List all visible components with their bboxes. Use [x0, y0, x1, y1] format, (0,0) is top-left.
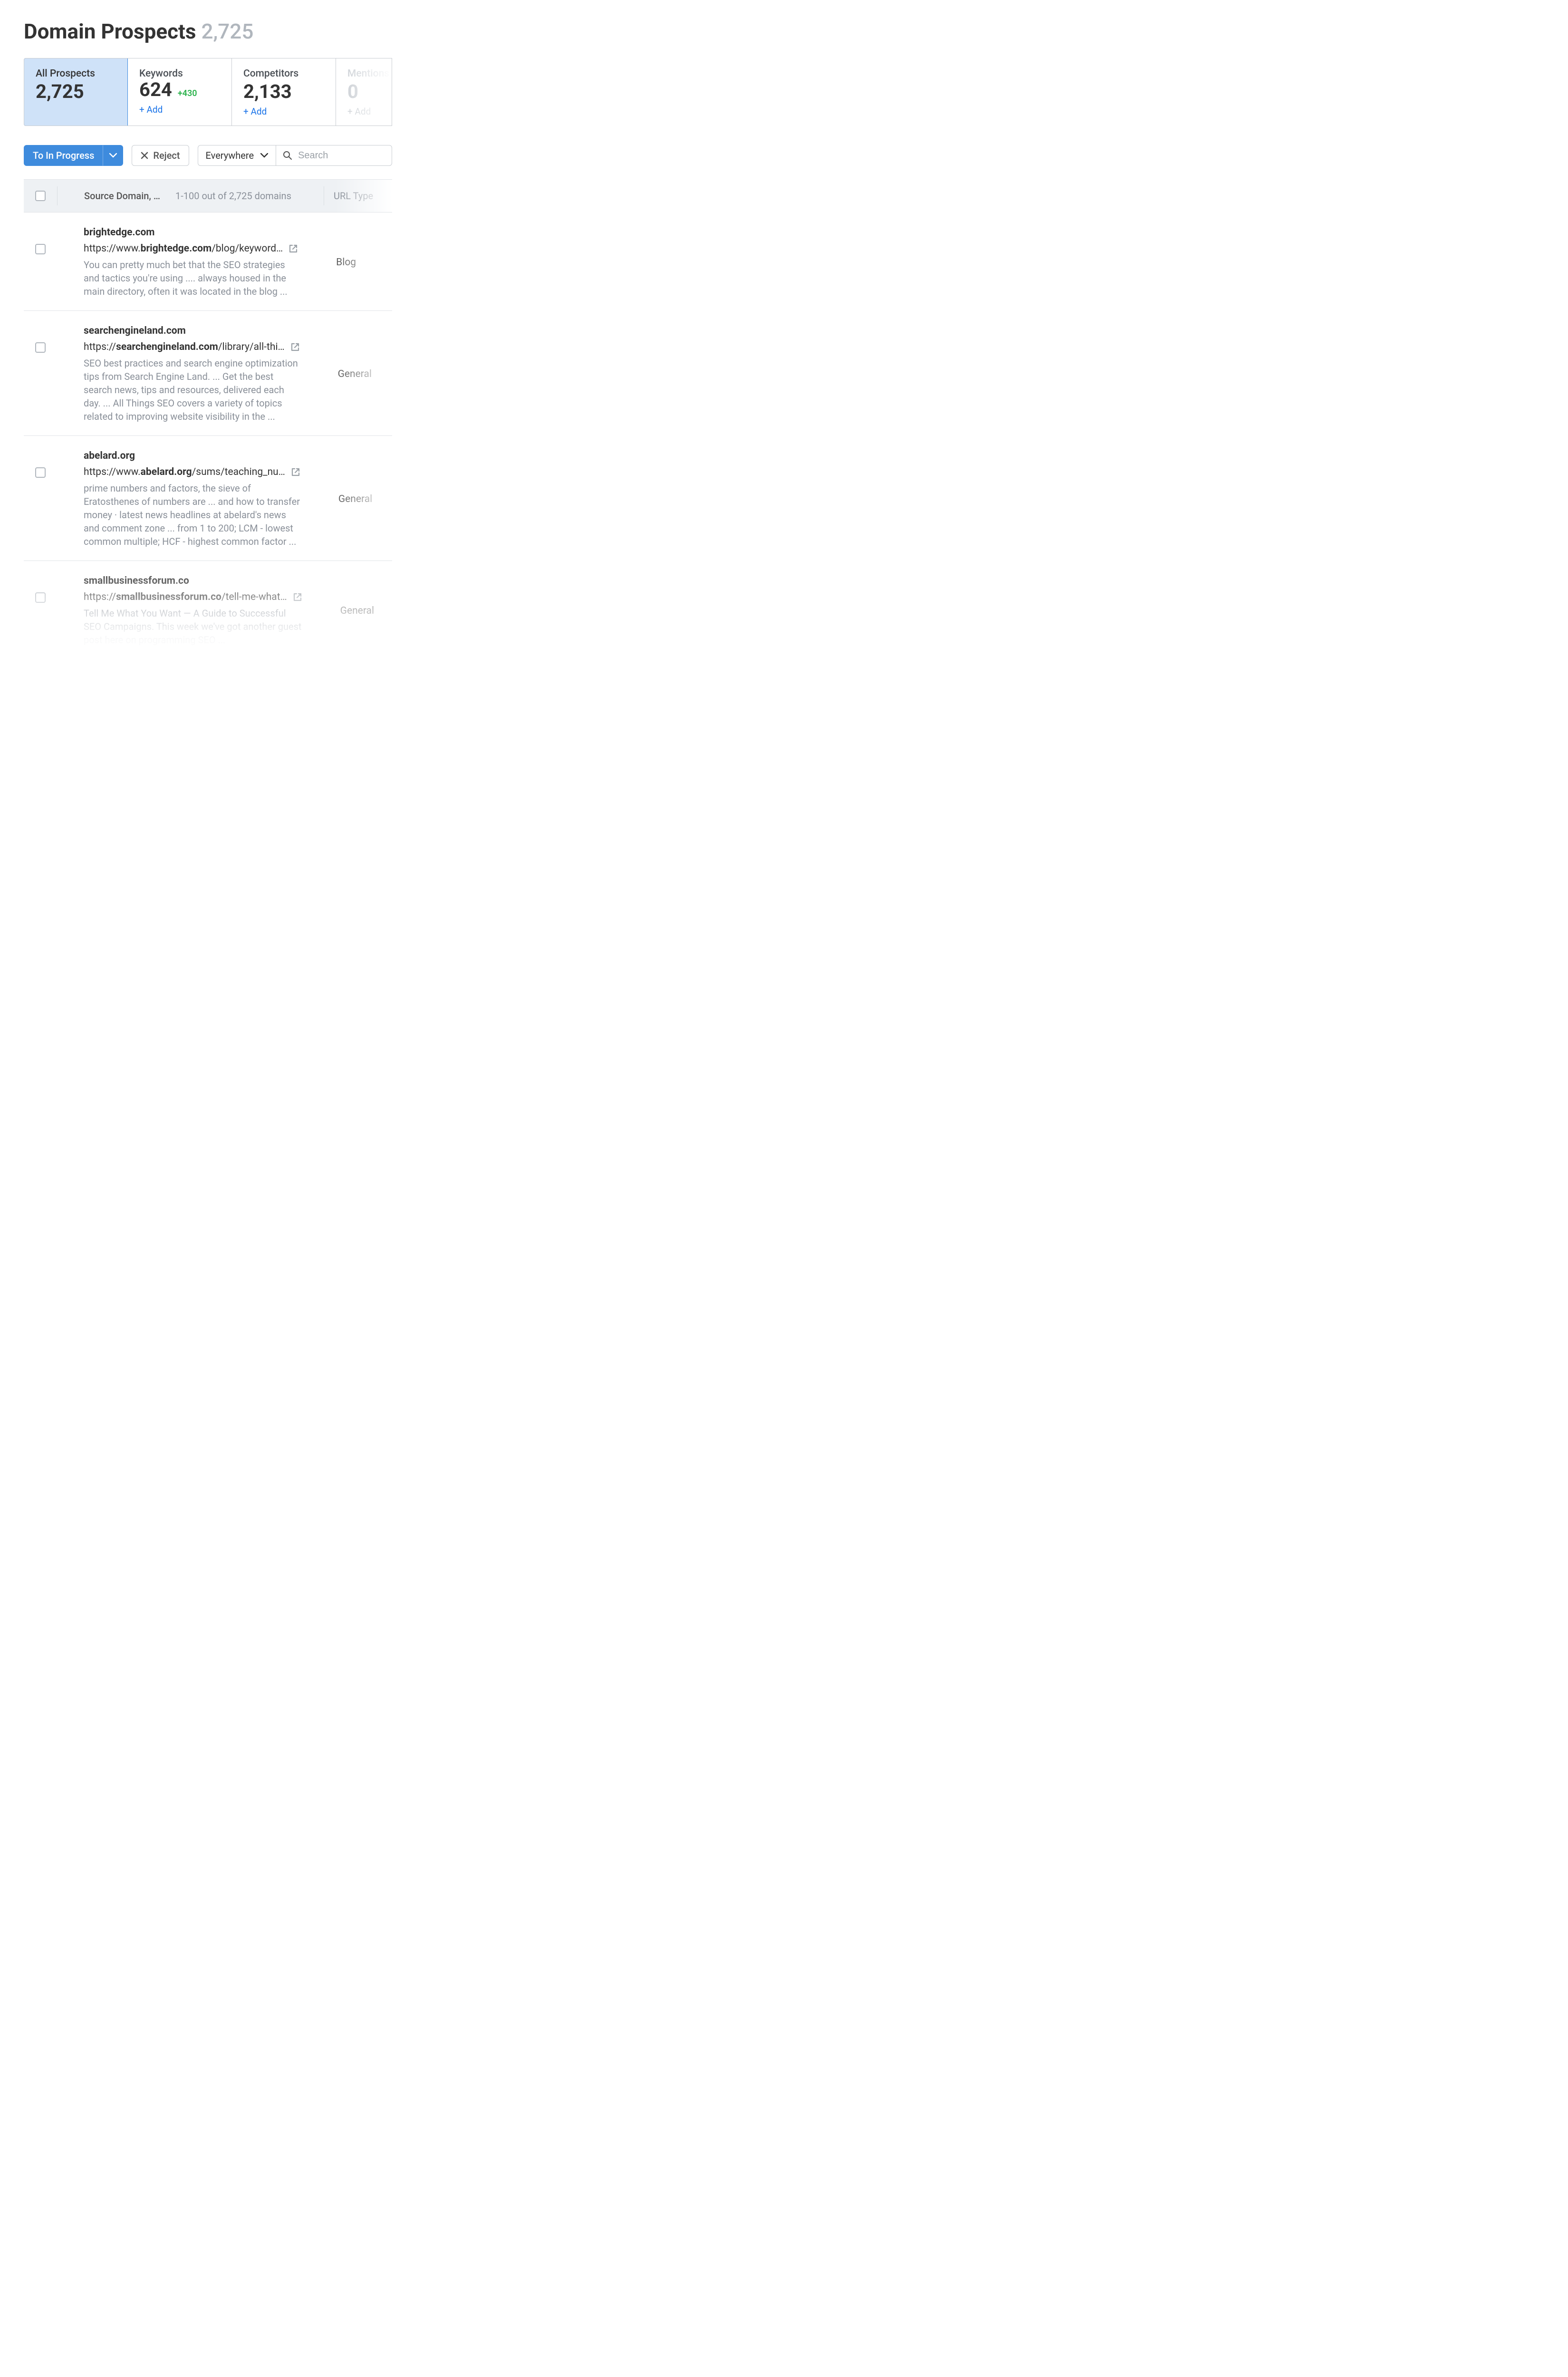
stat-label: All Prospects: [36, 68, 116, 79]
add-mentions-link[interactable]: + Add: [347, 106, 371, 117]
stat-value: 2,133: [243, 81, 324, 102]
row-url[interactable]: https://smallbusinessforum.co/tell-me-wh…: [84, 591, 287, 603]
search-input[interactable]: [298, 150, 355, 161]
row-url-type: General: [307, 575, 392, 647]
table-row: abelard.org https://www.abelard.org/sums…: [24, 436, 392, 561]
to-in-progress-dropdown[interactable]: [103, 145, 123, 166]
stat-label: Keywords: [139, 68, 220, 79]
stat-label: Mentions: [347, 68, 392, 79]
table-header: Source Domain, … 1-100 out of 2,725 doma…: [24, 179, 392, 213]
external-link-icon[interactable]: [289, 244, 298, 253]
row-checkbox[interactable]: [35, 342, 46, 353]
add-keywords-link[interactable]: + Add: [139, 104, 163, 115]
reject-button[interactable]: Reject: [132, 145, 189, 166]
to-in-progress-button[interactable]: To In Progress: [24, 145, 103, 166]
select-all-checkbox[interactable]: [35, 191, 46, 201]
row-url-type: Blog: [303, 227, 392, 298]
col-range-info: 1-100 out of 2,725 domains: [175, 190, 291, 202]
close-icon: [141, 152, 148, 159]
toolbar: To In Progress Reject Everywhere: [24, 145, 392, 166]
external-link-icon[interactable]: [293, 592, 302, 602]
external-link-icon[interactable]: [290, 342, 300, 352]
page-title-count: 2,725: [201, 19, 253, 44]
page-title: Domain Prospects 2,725: [24, 19, 392, 44]
row-snippet: You can pretty much bet that the SEO str…: [84, 258, 298, 298]
table-row: brightedge.com https://www.brightedge.co…: [24, 213, 392, 311]
row-url[interactable]: https://www.brightedge.com/blog/keyword…: [84, 243, 283, 254]
stat-label: Competitors: [243, 68, 324, 79]
stat-keywords[interactable]: Keywords 624 +430 + Add: [128, 58, 232, 126]
scope-dropdown[interactable]: Everywhere: [198, 145, 276, 166]
row-checkbox[interactable]: [35, 244, 46, 254]
row-snippet: prime numbers and factors, the sieve of …: [84, 482, 300, 548]
row-url-type: General: [305, 325, 392, 423]
row-url[interactable]: https://searchengineland.com/library/all…: [84, 341, 285, 353]
chevron-down-icon: [260, 153, 268, 158]
stats-row: All Prospects 2,725 Keywords 624 +430 + …: [24, 58, 392, 126]
row-checkbox[interactable]: [35, 467, 46, 478]
stat-all-prospects[interactable]: All Prospects 2,725: [24, 58, 128, 126]
search-field-wrap: [276, 145, 392, 166]
add-competitors-link[interactable]: + Add: [243, 106, 267, 117]
stat-value: 0: [347, 81, 392, 102]
search-icon: [283, 151, 292, 160]
col-url-type[interactable]: URL Type: [324, 190, 392, 202]
stat-value: 2,725: [36, 81, 116, 102]
external-link-icon[interactable]: [291, 467, 300, 477]
row-domain: abelard.org: [84, 450, 300, 462]
stat-delta: +430: [178, 88, 197, 98]
reject-label: Reject: [153, 150, 180, 161]
row-snippet: SEO best practices and search engine opt…: [84, 357, 300, 423]
row-domain: smallbusinessforum.co: [84, 575, 302, 587]
to-in-progress-split-button: To In Progress: [24, 145, 123, 166]
row-url[interactable]: https://www.abelard.org/sums/teaching_nu…: [84, 466, 285, 478]
stat-value: 624: [139, 78, 172, 101]
table-row: smallbusinessforum.co https://smallbusin…: [24, 561, 392, 659]
scope-label: Everywhere: [206, 150, 254, 161]
chevron-down-icon: [109, 153, 117, 158]
table-row: searchengineland.com https://searchengin…: [24, 311, 392, 436]
row-checkbox[interactable]: [35, 592, 46, 603]
page-title-text: Domain Prospects: [24, 19, 196, 44]
col-source-domain[interactable]: Source Domain, …: [84, 190, 160, 202]
row-url-type: General: [305, 450, 392, 548]
stat-mentions[interactable]: Mentions 0 + Add: [336, 58, 392, 126]
row-domain: searchengineland.com: [84, 325, 300, 337]
stat-competitors[interactable]: Competitors 2,133 + Add: [232, 58, 336, 126]
row-domain: brightedge.com: [84, 227, 298, 238]
row-snippet: Tell Me What You Want — A Guide to Succe…: [84, 607, 302, 647]
